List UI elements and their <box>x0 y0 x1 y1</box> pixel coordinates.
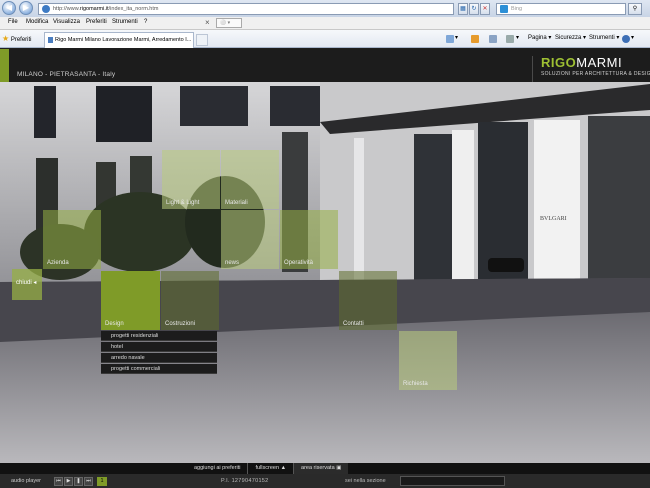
tile-contatti[interactable]: Contatti <box>339 271 397 330</box>
page-menu-label: Pagina <box>528 35 547 41</box>
design-submenu: progetti residenziali hotel arredo naval… <box>101 331 217 374</box>
menu-file[interactable]: File <box>8 19 18 25</box>
tile-richiesta[interactable]: Richiesta <box>399 331 457 390</box>
tile-label-contatti: Contatti <box>343 321 364 327</box>
partita-iva: P.I. 12790470152 <box>221 478 269 484</box>
feeds-icon[interactable] <box>471 35 479 43</box>
print-dropdown-icon[interactable]: ▾ <box>516 34 519 41</box>
lock-icon: ▣ <box>336 465 342 471</box>
bing-icon <box>500 5 508 13</box>
fullscreen-icon: ▲ <box>280 465 287 471</box>
previous-track-icon[interactable]: ⏮ <box>54 477 63 486</box>
submenu-item-hotel[interactable]: hotel <box>101 342 217 352</box>
print-icon[interactable] <box>506 35 514 43</box>
tile-news[interactable]: news <box>221 210 279 269</box>
track-number: 1 <box>97 477 107 486</box>
area-riservata-link[interactable]: area riservata ▣ <box>294 463 349 474</box>
current-section-label: sei nella sezione <box>345 478 386 484</box>
fullscreen-label: fullscreen <box>255 465 280 471</box>
star-icon: ★ <box>2 34 10 43</box>
mail-icon[interactable] <box>489 35 497 43</box>
current-section-field <box>400 476 505 486</box>
toolbar-search-field[interactable]: ⚪ ▾ <box>216 18 242 28</box>
tools-menu-label: Strumenti <box>589 35 615 41</box>
tile-label-news: news <box>225 260 240 266</box>
security-menu[interactable]: Sicurezza ▾ <box>555 34 586 41</box>
tile-materiali[interactable]: Materiali <box>221 150 279 209</box>
tile-design[interactable]: Design <box>101 271 160 330</box>
browser-toolbar: ◀ ▶ http://www.rigomarmi.it/index_ita_no… <box>0 0 650 17</box>
stop-icon[interactable]: ✕ <box>480 3 490 15</box>
home-icon[interactable] <box>446 35 454 43</box>
menu-help[interactable]: ? <box>144 19 147 25</box>
ie-page-icon <box>42 5 50 13</box>
building-sign: BVLGARI <box>540 216 567 222</box>
area-riservata-label: area riservata <box>301 465 335 471</box>
next-track-icon[interactable]: ⏭ <box>84 477 93 486</box>
address-bar[interactable]: http://www.rigomarmi.it/index_ita_norm.h… <box>38 3 454 15</box>
url-path: /index_ita_norm.htm <box>108 6 159 12</box>
fullscreen-link[interactable]: fullscreen ▲ <box>248 463 295 474</box>
home-dropdown-icon[interactable]: ▾ <box>455 34 458 41</box>
security-menu-label: Sicurezza <box>555 35 582 41</box>
url-domain: rigomarmi.it <box>79 6 109 12</box>
location-text: MILANO - PIETRASANTA - Italy <box>17 71 116 78</box>
tile-label-light-light: Light & Light <box>166 200 200 206</box>
help-dropdown-icon[interactable]: ▾ <box>631 34 634 41</box>
tab-title: Rigo Marmi Milano Lavorazione Marmi, Arr… <box>55 37 192 43</box>
logo-part-marmi: MARMI <box>576 55 623 70</box>
submenu-item-arredo-navale[interactable]: arredo navale <box>101 353 217 363</box>
menu-preferiti[interactable]: Preferiti <box>86 19 107 25</box>
forward-button[interactable]: ▶ <box>19 1 33 15</box>
menu-bar: File Modifica Visualizza Preferiti Strum… <box>0 17 650 30</box>
compat-view-icon[interactable]: ▦ <box>458 3 468 15</box>
menu-modifica[interactable]: Modifica <box>26 19 48 25</box>
search-input[interactable]: Bing <box>496 3 626 15</box>
tile-light-light[interactable]: Light & Light <box>162 150 220 209</box>
submenu-item-progetti-commerciali[interactable]: progetti commerciali <box>101 364 217 374</box>
page-menu[interactable]: Pagina ▾ <box>528 34 551 41</box>
menu-visualizza[interactable]: Visualizza <box>53 19 80 25</box>
help-icon[interactable] <box>622 35 630 43</box>
submenu-item-progetti-residenziali[interactable]: progetti residenziali <box>101 331 217 341</box>
background-photo: BVLGARI <box>0 82 650 463</box>
logo-tagline: SOLUZIONI PER ARCHITETTURA & DESIGN <box>541 71 650 77</box>
menu-strumenti[interactable]: Strumenti <box>112 19 138 25</box>
tile-label-azienda: Azienda <box>47 260 69 266</box>
search-placeholder: Bing <box>511 6 523 12</box>
chevron-left-icon: ◂ <box>33 280 37 286</box>
tile-operativita[interactable]: Operatività <box>280 210 338 269</box>
add-favorites-link[interactable]: aggiungi ai preferiti <box>187 463 249 474</box>
play-icon[interactable]: ▶ <box>64 477 73 486</box>
page-favicon <box>48 37 53 43</box>
new-tab-button[interactable] <box>196 34 208 46</box>
favorites-bar: ★ Preferiti Rigo Marmi Milano Lavorazion… <box>0 30 650 48</box>
search-button[interactable]: ⚲ <box>628 3 642 15</box>
tile-costruzioni[interactable]: Costruzioni <box>161 271 219 330</box>
favorites-button[interactable]: ★ Preferiti <box>2 34 32 43</box>
close-toolbar-icon[interactable]: × <box>205 18 210 27</box>
logo-part-rigo: RIGO <box>541 55 577 70</box>
back-button[interactable]: ◀ <box>2 1 16 15</box>
tile-label-design: Design <box>105 321 124 327</box>
audio-player-label: audio player <box>11 478 41 484</box>
tile-label-materiali: Materiali <box>225 200 248 206</box>
tile-label-operativita: Operatività <box>284 260 314 266</box>
tile-label-richiesta: Richiesta <box>403 381 428 387</box>
header-accent-strip <box>0 49 9 82</box>
tile-azienda[interactable]: Azienda <box>43 210 101 269</box>
favorites-label: Preferiti <box>10 37 32 43</box>
pause-icon[interactable]: ❚ <box>74 477 83 486</box>
add-favorites-label: aggiungi ai preferiti <box>194 465 241 471</box>
chiudi-button[interactable]: chiudi ◂ <box>12 269 42 300</box>
tools-menu[interactable]: Strumenti ▾ <box>589 34 619 41</box>
refresh-icon[interactable]: ↻ <box>469 3 479 15</box>
site-logo[interactable]: RIGOMARMI SOLUZIONI PER ARCHITETTURA & D… <box>532 55 650 82</box>
chiudi-label: chiudi <box>16 280 32 286</box>
browser-tab-active[interactable]: Rigo Marmi Milano Lavorazione Marmi, Arr… <box>44 32 194 48</box>
tile-label-costruzioni: Costruzioni <box>165 321 196 327</box>
url-prefix: http://www. <box>53 6 80 12</box>
